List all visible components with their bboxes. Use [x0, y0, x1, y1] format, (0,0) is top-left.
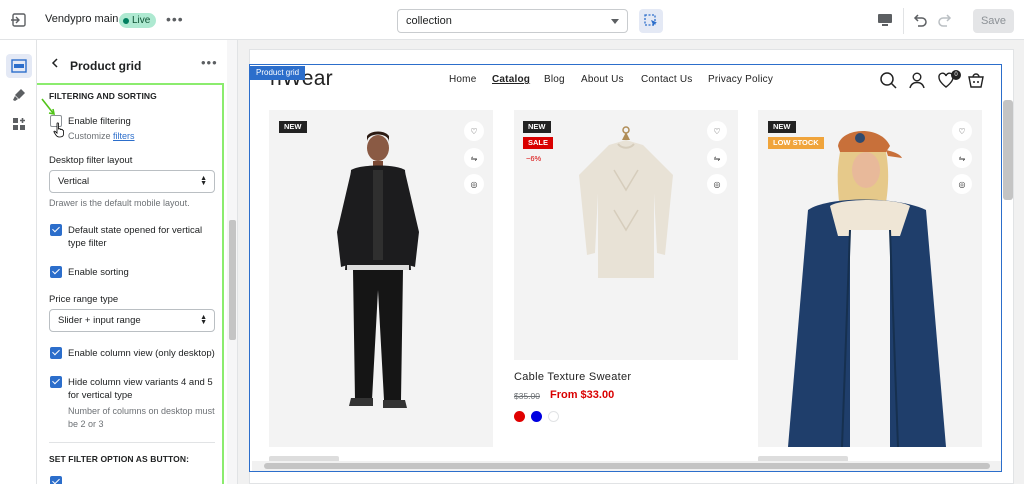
quick-view-eye-icon[interactable]: ◎	[464, 174, 484, 194]
undo-icon[interactable]	[911, 11, 929, 29]
customize-filters-help: Customize filters	[68, 130, 218, 143]
quick-view-eye-icon[interactable]: ◎	[707, 174, 727, 194]
desktop-filter-layout-label: Desktop filter layout	[49, 155, 133, 166]
theme-settings-button[interactable]	[6, 83, 32, 107]
sections-icon	[11, 59, 27, 73]
hide-variants-help: Number of columns on desktop must be 2 o…	[68, 406, 215, 429]
product-card-1-image[interactable]	[269, 110, 493, 447]
theme-name: Vendypro main	[45, 13, 119, 25]
exit-icon[interactable]	[10, 11, 28, 29]
nav-privacy-policy[interactable]: Privacy Policy	[708, 74, 773, 85]
product-model-denim-image	[788, 130, 946, 447]
product-compare-price: $35.00	[514, 391, 540, 401]
preview-vertical-scrollbar[interactable]	[1003, 100, 1013, 200]
annotation-arrow-icon	[41, 98, 56, 116]
save-button[interactable]: Save	[973, 9, 1014, 33]
live-badge: Live	[119, 13, 157, 28]
badge-low-stock: LOW STOCK	[768, 137, 824, 149]
price-range-type-select[interactable]: Slider + input range ▲ ▼	[49, 309, 215, 332]
wishlist-heart-icon[interactable]: ♡	[464, 121, 484, 141]
enable-filtering-label: Enable filtering	[68, 116, 131, 127]
color-swatch-blue[interactable]	[531, 411, 542, 422]
left-rail	[0, 40, 37, 484]
toolbar-divider	[903, 8, 904, 34]
hand-cursor-icon	[53, 122, 64, 138]
apps-icon	[13, 118, 25, 130]
hide-variants-checkbox[interactable]	[50, 376, 62, 388]
more-actions-icon[interactable]: •••	[166, 11, 184, 27]
desktop-view-icon[interactable]	[876, 11, 894, 29]
nav-catalog[interactable]: Catalog	[492, 74, 530, 85]
price-range-type-label: Price range type	[49, 294, 119, 305]
panel-more-icon[interactable]: •••	[201, 55, 218, 70]
product-model-jacket-image	[337, 131, 419, 408]
section-tag-label: Product grid	[256, 68, 300, 77]
product-card-3-image[interactable]	[758, 110, 982, 447]
compare-icon[interactable]: ⇋	[464, 148, 484, 168]
product-title[interactable]: Cable Texture Sweater	[514, 371, 631, 383]
section-heading-filtering: FILTERING AND SORTING	[49, 91, 157, 101]
badge-new: NEW	[523, 121, 551, 133]
top-bar: Vendypro main Live ••• collection Save	[0, 0, 1024, 40]
section-tag[interactable]: Product grid	[250, 66, 306, 80]
account-icon[interactable]	[908, 71, 926, 89]
app-embeds-button[interactable]	[6, 112, 32, 136]
product-sale-price: From $33.00	[550, 389, 615, 401]
enable-sorting-checkbox[interactable]	[50, 266, 62, 278]
discount-percent: −6%	[526, 154, 542, 163]
badge-new: NEW	[279, 121, 307, 133]
color-swatch-white[interactable]	[548, 411, 559, 422]
nav-blog[interactable]: Blog	[544, 74, 565, 85]
search-icon[interactable]	[879, 71, 897, 89]
section-heading-filter-button: SET FILTER OPTION AS BUTTON:	[49, 454, 190, 464]
default-open-label: Default state opened for vertical type f…	[68, 225, 203, 249]
nav-about-us[interactable]: About Us	[581, 74, 624, 85]
live-badge-label: Live	[132, 15, 151, 26]
desktop-filter-layout-value: Vertical	[58, 176, 90, 187]
paintbrush-icon	[13, 89, 25, 101]
inspector-icon	[644, 14, 657, 26]
select-arrows-icon: ▲ ▼	[200, 314, 207, 326]
panel-scrollbar-thumb[interactable]	[229, 220, 236, 340]
badge-new: NEW	[768, 121, 796, 133]
chevron-down-icon	[611, 19, 619, 24]
preview-horizontal-scrollbar[interactable]	[252, 461, 1002, 472]
quick-view-eye-icon[interactable]: ◎	[952, 174, 972, 194]
sections-button[interactable]	[6, 54, 32, 78]
compare-icon[interactable]: ⇋	[707, 148, 727, 168]
column-view-label: Enable column view (only desktop)	[68, 348, 215, 359]
panel-title: Product grid	[70, 59, 142, 73]
desktop-filter-layout-select[interactable]: Vertical ▲ ▼	[49, 170, 215, 193]
wishlist-heart-icon[interactable]: ♡	[707, 121, 727, 141]
live-dot-icon	[123, 17, 129, 24]
badge-sale: SALE	[523, 137, 554, 149]
select-arrows-icon: ▲ ▼	[200, 175, 207, 187]
settings-panel: Product grid ••• FILTERING AND SORTING E…	[37, 40, 238, 484]
redo-icon[interactable]	[936, 11, 954, 29]
customize-filters-link[interactable]: filters	[113, 131, 135, 141]
compare-icon[interactable]: ⇋	[952, 148, 972, 168]
nav-home[interactable]: Home	[449, 74, 476, 85]
section-divider	[49, 442, 215, 443]
template-select[interactable]: collection	[397, 9, 628, 33]
column-view-checkbox[interactable]	[50, 347, 62, 359]
inspector-button[interactable]	[639, 9, 663, 33]
color-swatch-red[interactable]	[514, 411, 525, 422]
wishlist-heart-icon[interactable]: ♡	[952, 121, 972, 141]
nav-contact-us[interactable]: Contact Us	[641, 74, 692, 85]
default-open-checkbox[interactable]	[50, 224, 62, 236]
customize-prefix: Customize	[68, 131, 114, 141]
hide-variants-label: Hide column view variants 4 and 5 for ve…	[68, 377, 213, 401]
enable-sorting-label: Enable sorting	[68, 267, 129, 278]
template-select-value: collection	[406, 15, 452, 27]
wishlist-count-badge: 0	[951, 70, 961, 80]
desktop-filter-layout-help: Drawer is the default mobile layout.	[49, 198, 190, 208]
preview-horizontal-scrollbar-thumb[interactable]	[264, 463, 990, 469]
back-arrow-icon[interactable]	[51, 58, 59, 68]
cart-icon[interactable]	[967, 71, 985, 89]
price-range-type-value: Slider + input range	[58, 315, 141, 326]
filter-button-checkbox[interactable]	[50, 476, 62, 484]
